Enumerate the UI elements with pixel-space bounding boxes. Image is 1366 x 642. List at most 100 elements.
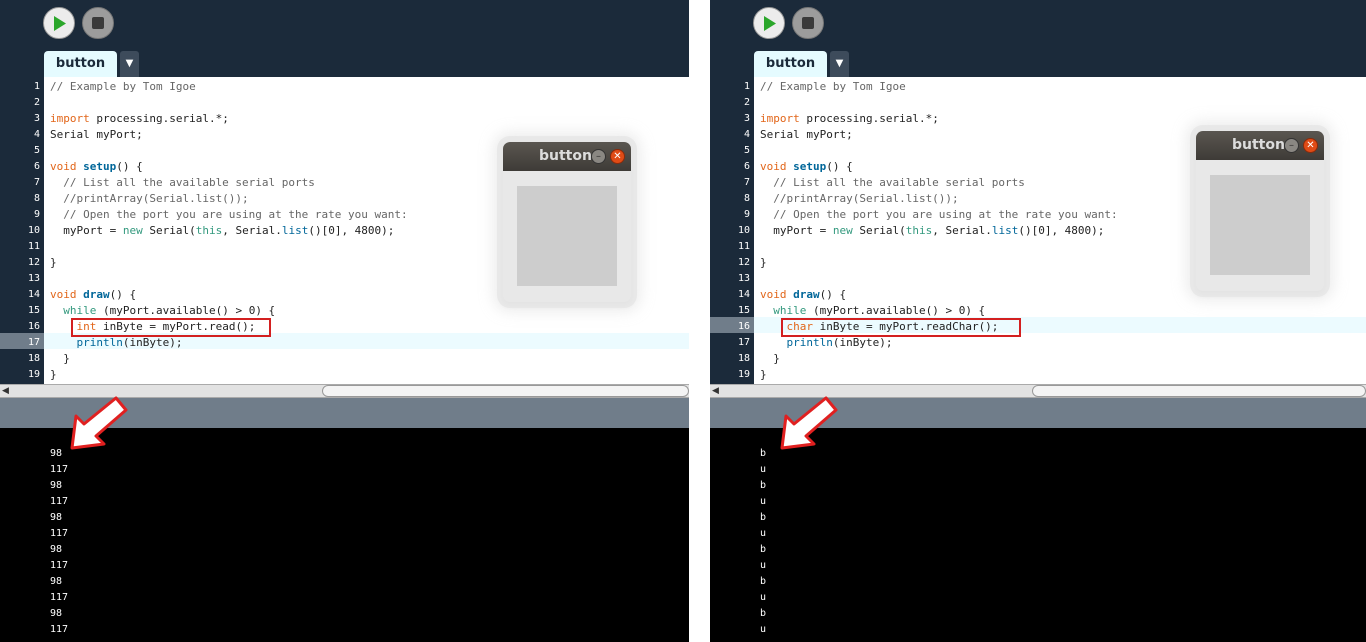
line-number: 15 bbox=[27, 305, 40, 316]
line-number: 6 bbox=[33, 161, 40, 172]
console-line: b bbox=[760, 544, 767, 555]
code-line-19: } bbox=[760, 368, 767, 381]
line-number: 8 bbox=[743, 193, 750, 204]
window-titlebar[interactable]: button – ✕ bbox=[1196, 131, 1324, 160]
function-name: setup bbox=[83, 160, 117, 173]
line-number: 8 bbox=[33, 193, 40, 204]
tab-button[interactable]: button bbox=[754, 51, 827, 77]
function-name: draw bbox=[793, 288, 820, 301]
code-line-1: // Example by Tom Igoe bbox=[760, 80, 906, 93]
code-line-18: } bbox=[760, 352, 780, 365]
line-number: 18 bbox=[737, 353, 750, 364]
code-text: (inByte); bbox=[122, 336, 183, 349]
line-number: 1 bbox=[33, 81, 40, 92]
keyword: void bbox=[50, 160, 77, 173]
sketch-window: button – ✕ bbox=[1196, 131, 1324, 291]
code-text: () { bbox=[109, 288, 137, 301]
scrollbar-thumb[interactable] bbox=[322, 385, 689, 397]
tab-button[interactable]: button bbox=[44, 51, 117, 77]
window-title: button bbox=[539, 148, 592, 164]
stop-icon bbox=[92, 17, 104, 29]
toolbar: button ▼ bbox=[0, 0, 689, 77]
line-number: 3 bbox=[743, 113, 750, 124]
sketch-canvas bbox=[1210, 175, 1310, 275]
code-line-4: Serial myPort; bbox=[760, 128, 853, 141]
console: 98 117 98 117 98 117 98 117 98 117 98 11… bbox=[0, 428, 689, 642]
code-line-9: // Open the port you are using at the ra… bbox=[50, 208, 408, 221]
sketch-canvas bbox=[517, 186, 617, 286]
line-number: 10 bbox=[737, 225, 750, 236]
console-line: 98 bbox=[50, 512, 63, 523]
run-button[interactable] bbox=[753, 7, 785, 39]
code-text: myPort = bbox=[760, 224, 833, 237]
code-line-3: import processing.serial.*; bbox=[760, 111, 939, 127]
close-icon[interactable]: ✕ bbox=[1303, 138, 1318, 153]
console-line: 98 bbox=[50, 544, 63, 555]
console-line: 98 bbox=[50, 480, 63, 491]
scrollbar-thumb[interactable] bbox=[1032, 385, 1366, 397]
play-icon bbox=[764, 16, 776, 31]
line-number: 16 bbox=[737, 321, 750, 332]
right-ide-panel: button ▼ 1 2 3 4 5 6 7 8 9 10 11 12 13 1… bbox=[710, 0, 1366, 642]
code-text: myPort = bbox=[50, 224, 123, 237]
console-line: 117 bbox=[50, 624, 69, 635]
keyword: new bbox=[122, 224, 143, 237]
code-line-19: } bbox=[50, 368, 57, 381]
tab-menu-button[interactable]: ▼ bbox=[830, 51, 849, 77]
code-line-6: void setup() { bbox=[50, 159, 143, 175]
line-number: 17 bbox=[27, 337, 40, 348]
code-line-7: // List all the available serial ports bbox=[50, 176, 315, 189]
console-line: b bbox=[760, 576, 767, 587]
console-line: u bbox=[760, 464, 767, 475]
line-number: 5 bbox=[743, 145, 750, 156]
stop-button[interactable] bbox=[792, 7, 824, 39]
scroll-left-icon[interactable]: ◀ bbox=[712, 385, 719, 397]
line-number: 11 bbox=[27, 241, 40, 252]
code-text: processing.serial.*; bbox=[89, 112, 229, 125]
keyword: void bbox=[50, 288, 77, 301]
code-line-1: // Example by Tom Igoe bbox=[50, 80, 196, 93]
function-name: println bbox=[786, 336, 833, 349]
code-text: () { bbox=[116, 160, 143, 173]
stop-button[interactable] bbox=[82, 7, 114, 39]
line-number: 14 bbox=[737, 289, 750, 300]
line-number: 19 bbox=[737, 369, 750, 380]
line-number: 5 bbox=[33, 145, 40, 156]
run-button[interactable] bbox=[43, 7, 75, 39]
console-line: 117 bbox=[50, 528, 69, 539]
keyword: import bbox=[760, 112, 800, 125]
console-line: 98 bbox=[50, 608, 63, 619]
line-number: 13 bbox=[27, 273, 40, 284]
window-titlebar[interactable]: button – ✕ bbox=[503, 142, 631, 171]
play-icon bbox=[54, 16, 66, 31]
line-number: 14 bbox=[27, 289, 40, 300]
keyword: this bbox=[195, 224, 223, 237]
console-line: 98 bbox=[50, 576, 63, 587]
line-number: 3 bbox=[33, 113, 40, 124]
tab-menu-button[interactable]: ▼ bbox=[120, 51, 139, 77]
minimize-icon[interactable]: – bbox=[1284, 138, 1299, 153]
code-line-17: println(inByte); bbox=[50, 335, 183, 351]
code-text: Serial( bbox=[142, 224, 196, 237]
code-line-12: } bbox=[760, 256, 767, 269]
keyword: void bbox=[760, 288, 787, 301]
code-line-12: } bbox=[50, 256, 57, 269]
code-text: ()[0], 4800); bbox=[308, 224, 395, 237]
line-number: 2 bbox=[743, 97, 750, 108]
code-text: processing.serial.*; bbox=[799, 112, 939, 125]
console-line: 117 bbox=[50, 560, 69, 571]
code-text: (myPort.available() > 0) { bbox=[806, 304, 986, 317]
function-name: draw bbox=[83, 288, 110, 301]
code-text: () { bbox=[826, 160, 853, 173]
code-line-9: // Open the port you are using at the ra… bbox=[760, 208, 1118, 221]
code-line-3: import processing.serial.*; bbox=[50, 111, 229, 127]
line-number: 10 bbox=[27, 225, 40, 236]
code-line-15: while (myPort.available() > 0) { bbox=[50, 303, 275, 319]
close-icon[interactable]: ✕ bbox=[610, 149, 625, 164]
window-title: button bbox=[1232, 137, 1285, 153]
sketch-window: button – ✕ bbox=[503, 142, 631, 302]
console-line: 117 bbox=[50, 496, 69, 507]
scroll-left-icon[interactable]: ◀ bbox=[2, 385, 9, 397]
line-number: 18 bbox=[27, 353, 40, 364]
minimize-icon[interactable]: – bbox=[591, 149, 606, 164]
